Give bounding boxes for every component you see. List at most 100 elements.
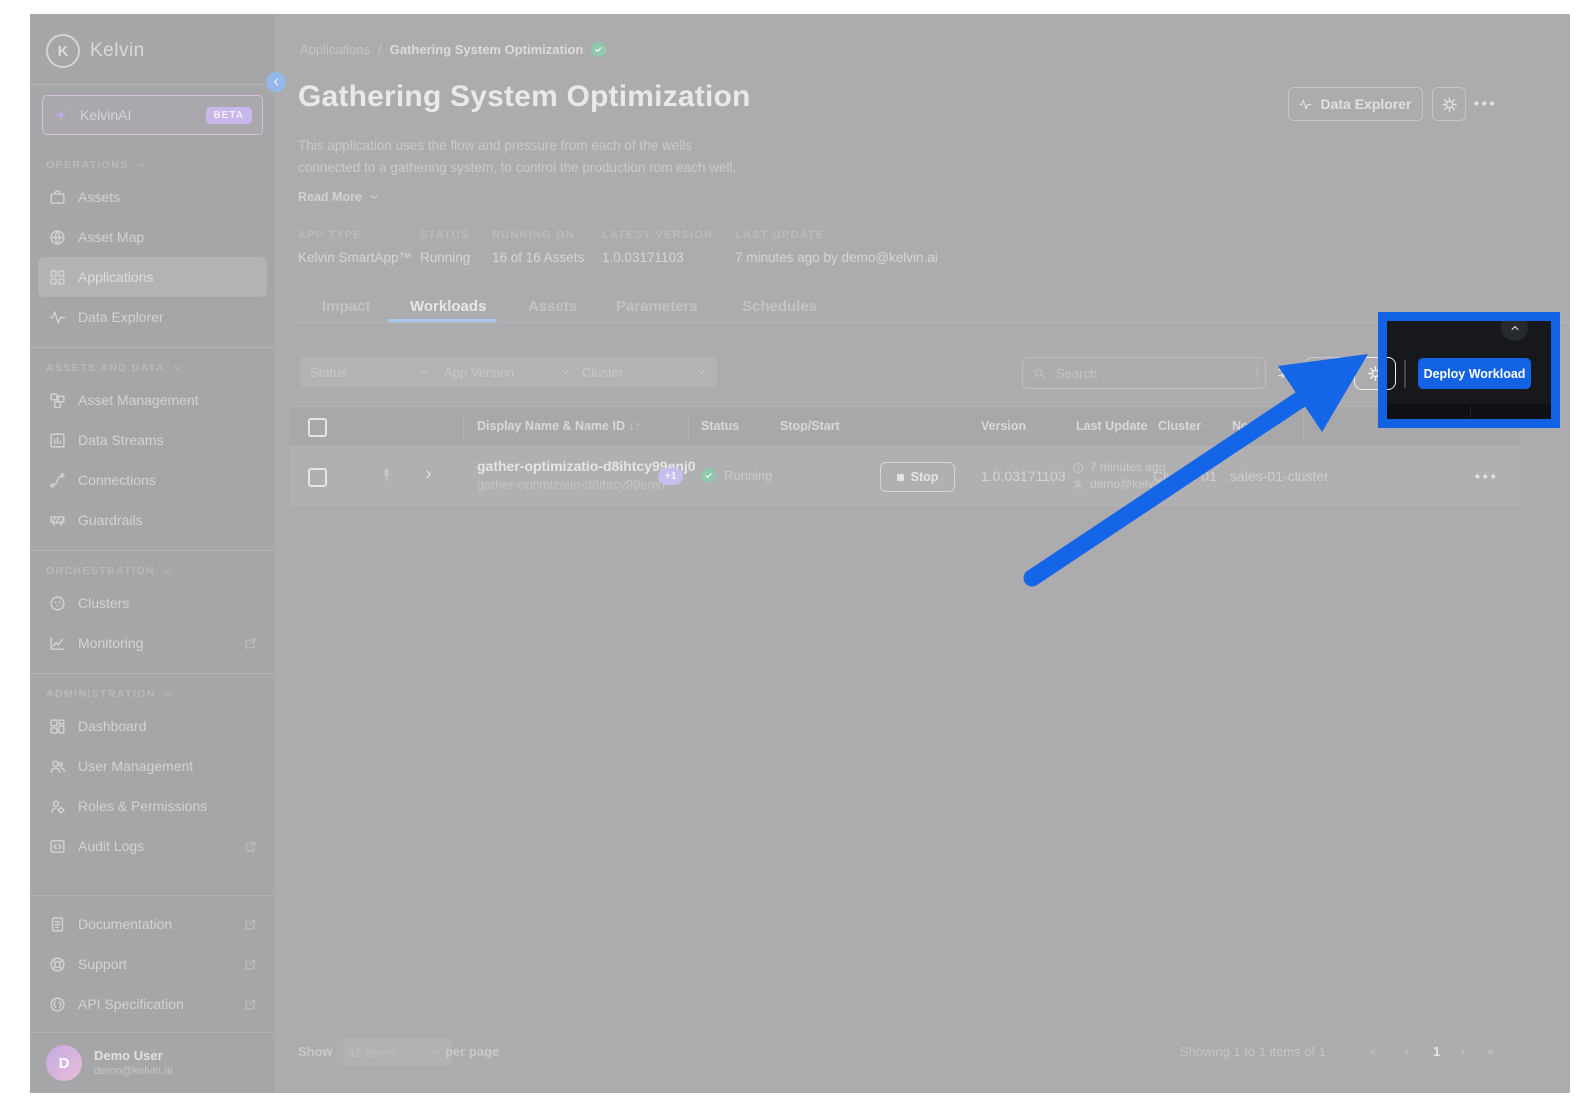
tab-schedules[interactable]: Schedules	[742, 298, 817, 315]
sort-toggle-button[interactable]	[1305, 357, 1347, 389]
node-cell: sales-01-cluster	[1230, 468, 1329, 484]
tab-workloads[interactable]: Workloads	[410, 298, 486, 315]
sidebar-item-clusters[interactable]: Clusters	[38, 583, 267, 623]
sidebar-item-documentation[interactable]: Documentation	[38, 904, 267, 944]
tab-impact[interactable]: Impact	[322, 298, 370, 315]
column-header-status[interactable]: Status	[701, 419, 739, 433]
monitoring-icon	[48, 635, 66, 652]
column-header-last-update[interactable]: Last Update	[1076, 419, 1148, 433]
cluster-cell: Cluster 01	[1153, 468, 1217, 484]
sliders-icon	[1276, 364, 1293, 381]
row-actions-button[interactable]: •••	[1475, 468, 1499, 484]
divider	[30, 895, 275, 896]
show-label: Show	[298, 1044, 333, 1059]
sidebar-item-applications[interactable]: Applications	[38, 257, 267, 297]
audit-logs-icon	[48, 838, 66, 855]
table-row: gather-optimizatio-d8ihtcy99enj0 gather-…	[290, 447, 1520, 506]
brand[interactable]: K Kelvin	[30, 14, 275, 85]
sidebar-item-asset-management[interactable]: Asset Management	[38, 380, 267, 420]
select-all-checkbox[interactable]	[308, 418, 327, 437]
meta-label-latest-version: LATEST VERSION	[602, 229, 714, 241]
items-per-page-dropdown[interactable]: 32 items	[337, 1038, 452, 1066]
per-page-label: per page	[445, 1044, 500, 1059]
verified-check-icon	[591, 42, 607, 57]
gear-icon	[1441, 96, 1458, 113]
sidebar-item-connections[interactable]: Connections	[38, 460, 267, 500]
stop-button[interactable]: Stop	[880, 462, 955, 492]
sidebar-item-support[interactable]: Support	[38, 944, 267, 984]
more-actions-button[interactable]: •••	[1474, 95, 1498, 111]
double-arrows-icon	[1318, 365, 1335, 382]
column-header-name[interactable]: Display Name & Name ID ↓↑	[477, 419, 641, 433]
search-icon	[1033, 367, 1046, 380]
guardrails-icon	[48, 512, 66, 529]
column-header-node[interactable]: Node	[1232, 419, 1263, 433]
chevron-down-icon	[171, 362, 183, 374]
avatar: D	[46, 1045, 82, 1081]
divider	[1303, 413, 1304, 440]
current-page[interactable]: 1	[1433, 1044, 1440, 1059]
app-version-filter-dropdown[interactable]: App Version	[434, 357, 581, 387]
meta-value-last-update: 7 minutes ago by demo@kelvin.ai	[735, 250, 938, 265]
workloads-table: Display Name & Name ID ↓↑ Status Stop/St…	[290, 406, 1520, 506]
sidebar-item-asset-map[interactable]: Asset Map	[38, 217, 267, 257]
tab-parameters[interactable]: Parameters	[616, 298, 698, 315]
sidebar-item-dashboard[interactable]: Dashboard	[38, 706, 267, 746]
sidebar-section-orchestration[interactable]: ORCHESTRATION	[30, 551, 275, 583]
sidebar-item-api-specification[interactable]: API Specification	[38, 984, 267, 1024]
tab-assets[interactable]: Assets	[528, 298, 577, 315]
app-description-line2: connected to a gathering system, to cont…	[298, 160, 737, 175]
sidebar-item-user-management[interactable]: User Management	[38, 746, 267, 786]
cluster-filter-dropdown[interactable]: Cluster	[572, 357, 717, 387]
read-more-toggle[interactable]: Read More	[298, 190, 380, 204]
data-explorer-button[interactable]: Data Explorer	[1288, 87, 1423, 121]
clusters-icon	[48, 595, 66, 612]
extra-count-badge[interactable]: +1	[658, 468, 684, 485]
column-header-cluster[interactable]: Cluster	[1158, 419, 1201, 433]
sidebar-section-administration[interactable]: ADMINISTRATION	[30, 674, 275, 706]
status-filter-dropdown[interactable]: Status	[300, 357, 440, 387]
sidebar-item-audit-logs[interactable]: Audit Logs	[38, 826, 267, 866]
sidebar-item-data-explorer[interactable]: Data Explorer	[38, 297, 267, 337]
sidebar-item-monitoring[interactable]: Monitoring	[38, 623, 267, 663]
chevron-down-icon	[695, 366, 707, 378]
meta-value-running-on: 16 of 16 Assets	[492, 250, 585, 265]
next-page-button[interactable]: ›	[1461, 1044, 1465, 1059]
globe-icon	[48, 229, 66, 246]
column-header-version[interactable]: Version	[981, 419, 1026, 433]
sidebar-item-roles-permissions[interactable]: Roles & Permissions	[38, 786, 267, 826]
user-menu[interactable]: D Demo User demo@kelvin.ai	[30, 1032, 275, 1093]
meta-label-status: STATUS	[420, 229, 470, 241]
sidebar-section-assets-and-data[interactable]: ASSETS AND DATA	[30, 348, 275, 380]
breadcrumb-applications[interactable]: Applications	[300, 42, 370, 57]
expand-row-chevron[interactable]	[422, 468, 435, 481]
stop-square-icon	[896, 473, 904, 481]
chevron-down-icon	[161, 565, 173, 577]
spotlight-highlight-frame	[1378, 312, 1560, 428]
meta-label-running-on: RUNNING ON	[492, 229, 575, 241]
row-checkbox[interactable]	[308, 468, 327, 487]
last-page-button[interactable]: »	[1487, 1044, 1494, 1059]
chevron-down-icon	[135, 159, 147, 171]
column-filter-button[interactable]	[1269, 357, 1299, 387]
sidebar-item-assets[interactable]: Assets	[38, 177, 267, 217]
sidebar-item-data-streams[interactable]: Data Streams	[38, 420, 267, 460]
pagination-summary: Showing 1 to 1 items of 1	[1180, 1044, 1326, 1059]
chevron-down-icon	[418, 366, 430, 378]
search-input[interactable]	[1054, 364, 1218, 382]
settings-gear-button[interactable]	[1432, 87, 1466, 121]
connections-icon	[48, 472, 66, 489]
beta-badge: BETA	[205, 106, 252, 124]
first-page-button[interactable]: «	[1369, 1044, 1376, 1059]
sidebar-collapse-button[interactable]	[266, 72, 286, 92]
user-name: Demo User	[94, 1048, 163, 1063]
pin-icon[interactable]	[378, 467, 395, 484]
sidebar-section-operations[interactable]: OPERATIONS	[30, 145, 275, 177]
sidebar-item-guardrails[interactable]: Guardrails	[38, 500, 267, 540]
column-header-stop-start[interactable]: Stop/Start	[780, 419, 840, 433]
page-title: Gathering System Optimization	[298, 80, 751, 113]
brand-name: Kelvin	[90, 40, 145, 61]
sidebar-item-kelvinai[interactable]: KelvinAI BETA	[42, 95, 263, 135]
prev-page-button[interactable]: ‹	[1405, 1044, 1409, 1059]
running-check-icon	[701, 468, 716, 483]
